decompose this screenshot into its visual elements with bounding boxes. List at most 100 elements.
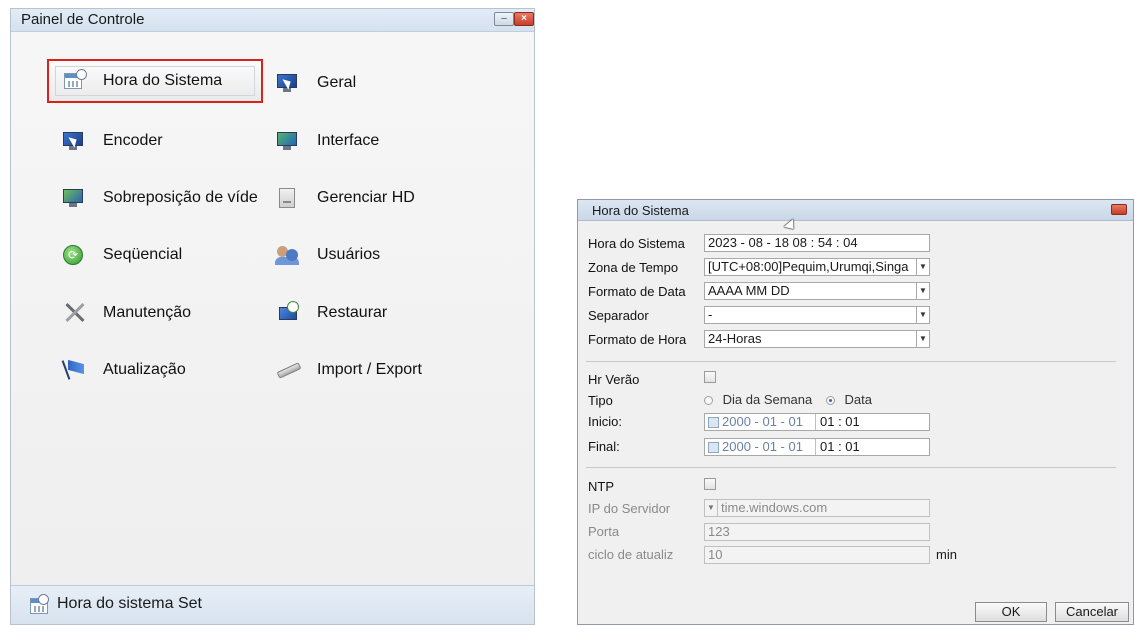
update-cycle-row: ciclo de atualiz [588,544,696,564]
menu-item-label: Sobreposição de víde [103,189,258,206]
field-label: Hr Verão [588,371,640,387]
field-label: Inicio: [588,413,622,429]
dst-row: Hr Verão [588,369,696,389]
system-time-icon [61,69,87,93]
window-title: Painel de Controle [21,11,145,28]
menu-item-restaurar[interactable]: Restaurar [263,291,387,335]
port-field[interactable]: 123 [704,523,930,541]
menu-item-manutencao[interactable]: Manutenção [49,291,191,335]
chevron-down-icon[interactable]: ▼ [916,307,929,323]
divider [586,361,1116,362]
calendar-icon[interactable] [708,442,719,454]
hard-disk-icon [275,186,301,210]
separator-select[interactable]: - ▼ [704,306,930,324]
ntp-checkbox[interactable] [704,478,716,490]
field-label: Hora do Sistema [588,235,685,251]
update-icon [61,358,87,382]
date-format-select[interactable]: AAAA MM DD ▼ [704,282,930,300]
selected-value: - [708,307,713,322]
menu-item-hora-do-sistema[interactable]: Hora do Sistema [47,59,263,103]
type-row: Tipo [588,390,696,410]
menu-item-interface[interactable]: Interface [263,119,379,163]
system-time-field[interactable]: 2023 - 08 - 18 08 : 54 : 04 [704,234,930,252]
cancel-button[interactable]: Cancelar [1055,602,1129,622]
encoder-icon [61,129,87,153]
maintenance-icon [61,301,87,325]
radio-label: Dia da Semana [722,392,813,407]
menu-item-sobreposicao-de-video[interactable]: Sobreposição de víde [49,176,258,220]
date-format-row: Formato de Data [588,281,696,301]
close-button[interactable]: × [514,12,534,26]
selected-value: [UTC+08:00]Pequim,Urumqi,Singa [708,259,909,274]
menu-item-label: Hora do Sistema [103,72,223,89]
chevron-down-icon[interactable]: ▼ [916,283,929,299]
video-overlay-icon [61,186,87,210]
general-icon [275,71,301,95]
menu-item-label: Encoder [103,132,163,149]
port-row: Porta [588,521,696,541]
time-format-row: Formato de Hora [588,329,696,349]
menu-item-label: Usuários [317,246,381,263]
menu-item-usuarios[interactable]: Usuários [263,233,380,277]
menu-item-geral[interactable]: Geral [263,61,356,105]
system-time-dialog: Hora do Sistema Hora do Sistema 2023 - 0… [577,199,1134,625]
start-time: 01 : 01 [815,414,860,430]
menu-item-encoder[interactable]: Encoder [49,119,163,163]
close-button[interactable] [1111,204,1127,215]
divider [586,467,1116,468]
type-radio-group: Dia da Semana Data [704,392,872,407]
menu-item-label: Interface [317,132,380,149]
server-ip-row: IP do Servidor [588,498,696,518]
menu-item-label: Atualização [103,361,186,378]
field-label: ciclo de atualiz [588,546,674,562]
field-label: NTP [588,478,614,494]
server-ip-field[interactable]: ▼ time.windows.com [704,499,930,517]
menu-item-gerenciar-hd[interactable]: Gerenciar HD [263,176,415,220]
start-datetime-field[interactable]: 2000 - 01 - 01 01 : 01 [704,413,930,431]
radio-date[interactable] [825,396,835,406]
end-time: 01 : 01 [815,439,860,455]
update-cycle-field[interactable]: 10 [704,546,930,564]
field-label: IP do Servidor [588,500,671,516]
end-datetime-field[interactable]: 2000 - 01 - 01 01 : 01 [704,438,930,456]
field-label: Porta [588,523,620,539]
ok-button[interactable]: OK [975,602,1047,622]
status-text: Hora do sistema Set [57,595,202,612]
menu-item-import-export[interactable]: Import / Export [263,348,422,392]
control-panel-titlebar: Painel de Controle – × [11,9,534,32]
menu-item-sequencial[interactable]: ⟳ Seqüencial [49,233,182,277]
users-icon [275,243,301,267]
selected-value: AAAA MM DD [708,283,790,298]
calendar-icon[interactable] [708,417,719,429]
field-label: Separador [588,307,649,323]
control-panel-window: Painel de Controle – × Hora do Sistema G… [10,8,535,625]
radio-weekday[interactable] [704,396,713,406]
separator-row: Separador [588,305,696,325]
time-zone-row: Zona de Tempo [588,257,696,277]
chevron-down-icon[interactable]: ▼ [705,500,718,516]
menu-item-atualizacao[interactable]: Atualização [49,348,186,392]
system-time-icon [27,594,49,616]
time-zone-select[interactable]: [UTC+08:00]Pequim,Urumqi,Singa ▼ [704,258,930,276]
import-export-icon [275,358,302,382]
radio-label: Data [844,392,872,407]
restore-icon [275,301,301,325]
dst-checkbox[interactable] [704,371,716,383]
time-format-select[interactable]: 24-Horas ▼ [704,330,930,348]
field-label: Tipo [588,392,613,408]
field-label: Formato de Data [588,283,686,299]
chevron-down-icon[interactable]: ▼ [916,259,929,275]
field-label: Formato de Hora [588,331,687,347]
menu-item-label: Restaurar [317,304,388,321]
end-date: 2000 - 01 - 01 [722,439,803,454]
field-label: Zona de Tempo [588,259,679,275]
menu-item-label: Gerenciar HD [317,189,415,206]
ntp-row: NTP [588,476,696,496]
dialog-title: Hora do Sistema [592,203,689,218]
minimize-button[interactable]: – [494,12,514,26]
field-label: Final: [588,438,620,454]
system-time-row: Hora do Sistema [588,233,696,253]
start-date: 2000 - 01 - 01 [722,414,803,429]
chevron-down-icon[interactable]: ▼ [916,331,929,347]
menu-item-label: Manutenção [103,304,192,321]
